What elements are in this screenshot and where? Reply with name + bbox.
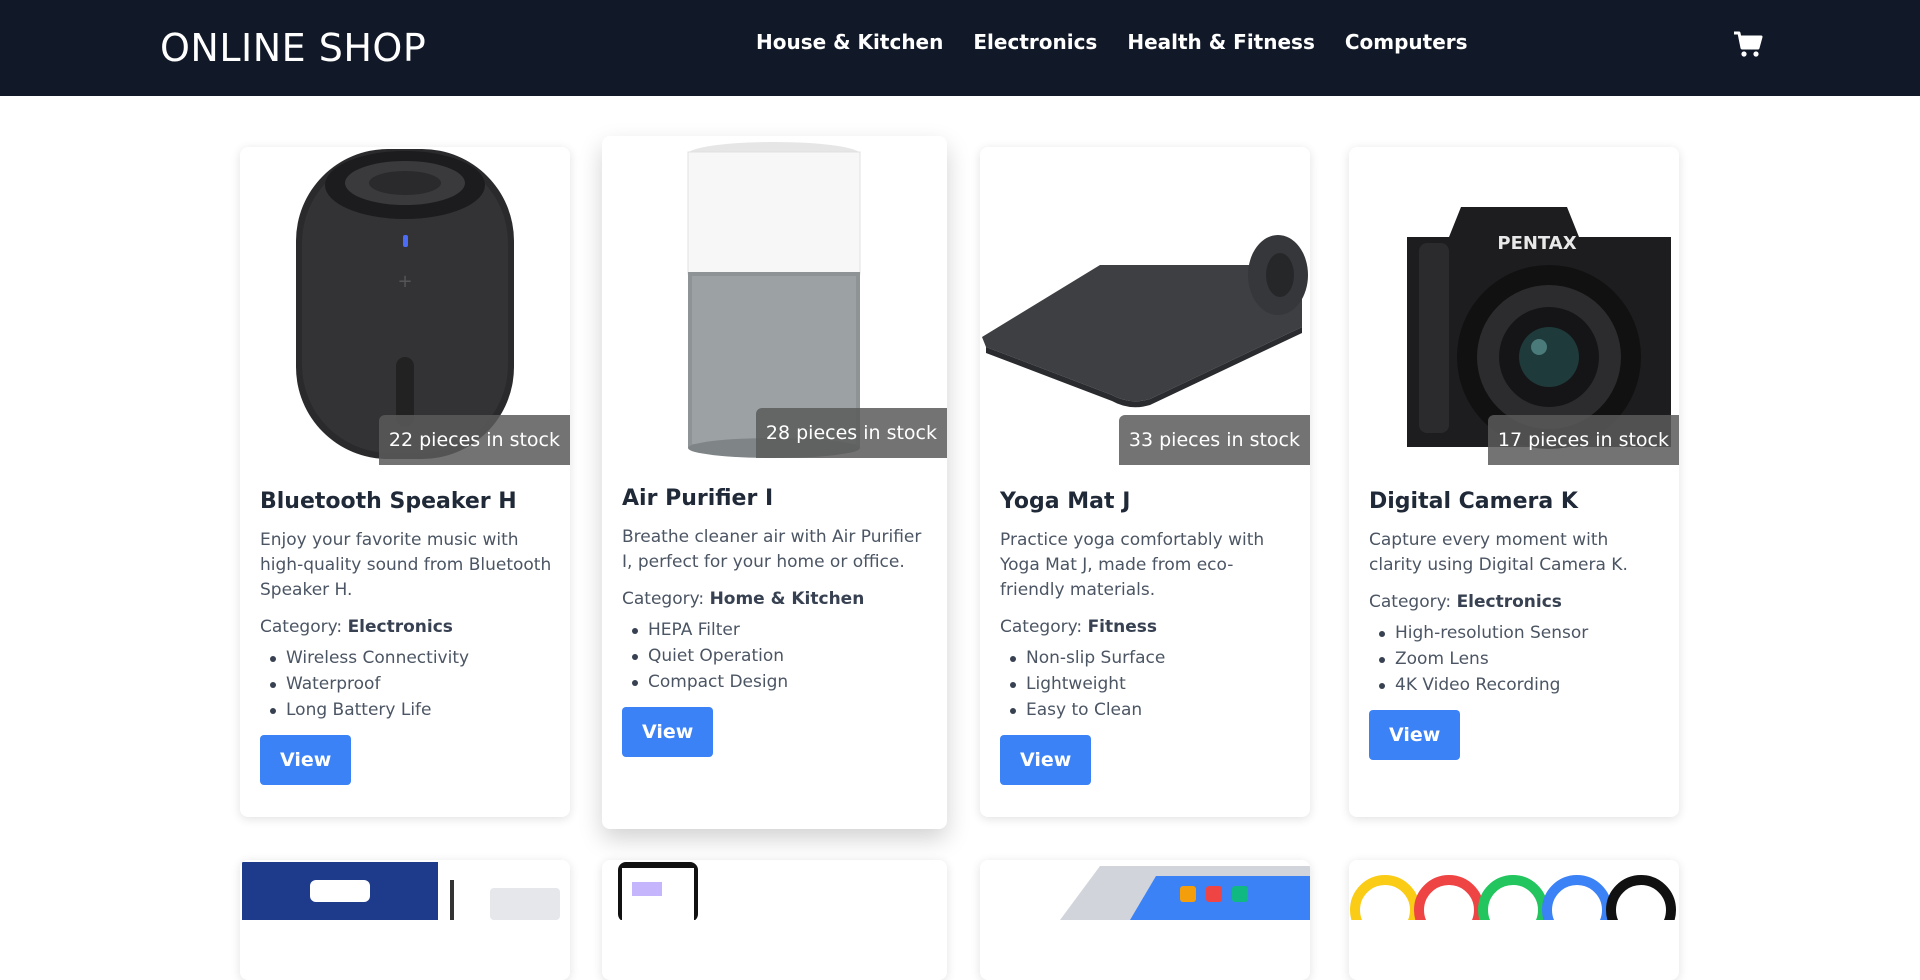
product-title[interactable]: Bluetooth Speaker H <box>260 489 552 514</box>
product-card-air-purifier: 28 pieces in stock Air Purifier I Breath… <box>602 136 947 829</box>
product-description: Enjoy your favorite music with high-qual… <box>260 530 552 600</box>
view-button[interactable]: View <box>1369 710 1461 760</box>
toothbrush-image <box>242 862 560 920</box>
category-label: Category: <box>260 617 343 637</box>
cart-icon[interactable] <box>1733 30 1763 58</box>
feature-list: Non-slip Surface Lightweight Easy to Cle… <box>1006 645 1292 723</box>
category-value: Electronics <box>1456 592 1562 612</box>
category-label: Category: <box>1369 592 1452 612</box>
feature-item: Easy to Clean <box>1006 697 1292 723</box>
product-card-cables <box>1349 860 1679 980</box>
nav-health-fitness[interactable]: Health & Fitness <box>1127 30 1315 54</box>
view-button[interactable]: View <box>260 735 352 785</box>
feature-list: High-resolution Sensor Zoom Lens 4K Vide… <box>1375 620 1661 698</box>
category-value: Fitness <box>1087 617 1157 637</box>
category-label: Category: <box>1000 617 1083 637</box>
product-description: Capture every moment with clarity using … <box>1369 530 1628 575</box>
product-title[interactable]: Air Purifier I <box>622 486 929 511</box>
nav-computers[interactable]: Computers <box>1345 30 1468 54</box>
category-value: Electronics <box>347 617 453 637</box>
feature-item: 4K Video Recording <box>1375 672 1661 698</box>
product-card-tablet <box>980 860 1310 980</box>
product-category: Category: Fitness <box>1000 617 1292 637</box>
feature-item: Zoom Lens <box>1375 646 1661 672</box>
feature-item: Non-slip Surface <box>1006 645 1292 671</box>
phone-app-image <box>618 862 698 922</box>
product-title[interactable]: Digital Camera K <box>1369 489 1661 514</box>
tablet-image <box>1060 866 1310 920</box>
cables-image <box>1350 875 1676 945</box>
feature-item: HEPA Filter <box>628 617 929 643</box>
view-button[interactable]: View <box>1000 735 1092 785</box>
product-card-speaker: + 22 pieces in stock Bluetooth Speaker H… <box>240 147 570 817</box>
product-title[interactable]: Yoga Mat J <box>1000 489 1292 514</box>
feature-item: Wireless Connectivity <box>266 645 552 671</box>
product-card-toothbrush <box>240 860 570 980</box>
brand-logo[interactable]: ONLINE SHOP <box>160 26 426 70</box>
feature-list: HEPA Filter Quiet Operation Compact Desi… <box>628 617 929 695</box>
feature-item: High-resolution Sensor <box>1375 620 1661 646</box>
stock-badge: 22 pieces in stock <box>378 415 570 465</box>
feature-list: Wireless Connectivity Waterproof Long Ba… <box>266 645 552 723</box>
stock-badge: 33 pieces in stock <box>1118 415 1310 465</box>
main-nav: House & Kitchen Electronics Health & Fit… <box>756 30 1468 54</box>
navbar: ONLINE SHOP House & Kitchen Electronics … <box>0 0 1920 96</box>
svg-text:+: + <box>397 271 412 292</box>
category-label: Category: <box>622 589 705 609</box>
view-button[interactable]: View <box>622 707 714 757</box>
product-card-yoga-mat: 33 pieces in stock Yoga Mat J Practice y… <box>980 147 1310 817</box>
category-value: Home & Kitchen <box>709 589 865 609</box>
feature-item: Long Battery Life <box>266 697 552 723</box>
product-card-camera: PENTAX 17 pieces in stock Digital Camera… <box>1349 147 1679 817</box>
feature-item: Lightweight <box>1006 671 1292 697</box>
feature-item: Compact Design <box>628 669 929 695</box>
feature-item: Quiet Operation <box>628 643 929 669</box>
product-description: Breathe cleaner air with Air Purifier I,… <box>622 527 922 572</box>
camera-brand-text: PENTAX <box>1497 233 1576 254</box>
product-category: Category: Electronics <box>1369 592 1661 612</box>
feature-item: Waterproof <box>266 671 552 697</box>
stock-badge: 28 pieces in stock <box>755 408 947 458</box>
product-description: Practice yoga comfortably with Yoga Mat … <box>1000 530 1265 600</box>
nav-electronics[interactable]: Electronics <box>973 30 1097 54</box>
stock-badge: 17 pieces in stock <box>1487 415 1679 465</box>
product-card-phone-app <box>602 860 947 980</box>
nav-house-kitchen[interactable]: House & Kitchen <box>756 30 943 54</box>
product-category: Category: Home & Kitchen <box>622 589 929 609</box>
product-category: Category: Electronics <box>260 617 552 637</box>
